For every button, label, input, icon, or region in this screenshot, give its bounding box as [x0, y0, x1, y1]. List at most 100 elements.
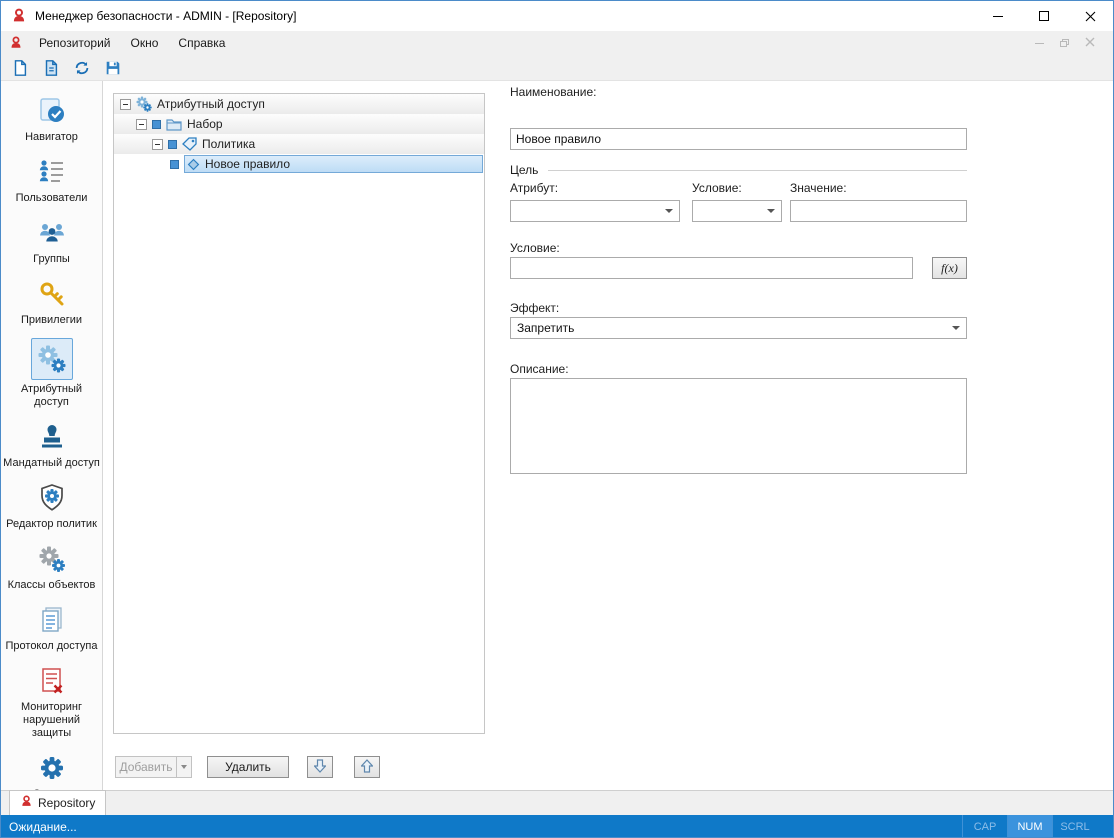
collapse-icon[interactable] [120, 99, 131, 110]
move-down-button[interactable] [307, 756, 333, 778]
sidebar-item-label: Группы [33, 253, 70, 266]
tree-node-set[interactable]: Набор [114, 114, 484, 134]
status-bar: Ожидание... CAP NUM SCRL [1, 815, 1113, 838]
minimize-icon[interactable] [975, 1, 1021, 31]
new-document-icon[interactable] [8, 57, 32, 79]
delete-button[interactable]: Удалить [207, 756, 289, 778]
sidebar-item-users[interactable]: Пользователи [1, 150, 102, 211]
description-label: Описание: [510, 362, 569, 376]
chevron-down-icon [665, 209, 673, 213]
users-icon [37, 155, 67, 189]
rules-tree: Атрибутный доступ Набор Поли [113, 93, 485, 734]
main-body: Навигатор Пользователи [1, 81, 1113, 790]
menu-bar: Репозиторий Окно Справка [1, 31, 1113, 55]
sidebar-item-label: Атрибутный доступ [3, 383, 100, 409]
menu-window[interactable]: Окно [121, 31, 169, 55]
sidebar-item-navigator[interactable]: Навигатор [1, 89, 102, 150]
tree-node-attribute-access[interactable]: Атрибутный доступ [114, 94, 484, 114]
sidebar-item-service[interactable]: Сервис [1, 746, 102, 790]
attribute-label: Атрибут: [510, 181, 558, 195]
toolbar [1, 55, 1113, 81]
object-classes-gears-icon [37, 542, 67, 576]
add-button[interactable]: Добавить [115, 756, 177, 778]
tree-node-new-rule[interactable]: Новое правило [114, 154, 484, 174]
sidebar-item-violations-monitoring[interactable]: Мониторинг нарушений защиты [1, 659, 102, 746]
sidebar-item-label: Протокол доступа [6, 640, 98, 653]
app-window: Менеджер безопасности - ADMIN - [Reposit… [0, 0, 1114, 838]
diamond-icon [187, 158, 200, 171]
fx-button[interactable]: f(x) [932, 257, 967, 279]
effect-select[interactable]: Запретить [510, 317, 967, 339]
sidebar-item-mandatory-access[interactable]: Мандатный доступ [1, 415, 102, 476]
condition-operator-select[interactable] [692, 200, 782, 222]
move-up-button[interactable] [354, 756, 380, 778]
open-document-icon[interactable] [39, 57, 63, 79]
window-controls [975, 1, 1113, 31]
mdi-minimize-icon[interactable] [1035, 43, 1044, 44]
policy-editor-shield-icon [37, 481, 67, 515]
sidebar-item-label: Классы объектов [8, 579, 96, 592]
tree-node-policy[interactable]: Политика [114, 134, 484, 154]
selected-node[interactable]: Новое правило [184, 155, 483, 173]
sidebar-item-privileges[interactable]: Привилегии [1, 272, 102, 333]
sidebar-item-label: Навигатор [25, 131, 78, 144]
tree-node-label: Набор [187, 117, 223, 131]
save-icon[interactable] [101, 57, 125, 79]
add-dropdown-button[interactable] [177, 756, 192, 778]
mdi-close-icon[interactable] [1085, 34, 1095, 52]
tab-repository[interactable]: Repository [9, 790, 106, 815]
target-group-label: Цель [510, 163, 538, 177]
repository-tab-strip: Repository [1, 790, 1113, 815]
target-group-line [548, 170, 967, 171]
sidebar-item-label: Привилегии [21, 314, 82, 327]
down-arrow-icon [314, 759, 326, 776]
collapse-icon[interactable] [152, 139, 163, 150]
tree-node-label: Атрибутный доступ [157, 97, 265, 111]
sidebar-item-access-protocol[interactable]: Протокол доступа [1, 598, 102, 659]
node-state-square [168, 140, 177, 149]
sidebar-item-attribute-access[interactable]: Атрибутный доступ [1, 333, 102, 415]
window-title: Менеджер безопасности - ADMIN - [Reposit… [35, 9, 296, 23]
mdi-window-controls [1035, 34, 1113, 52]
attribute-access-gears-icon [31, 338, 73, 380]
description-textarea[interactable] [510, 378, 967, 474]
app-icon [11, 8, 27, 24]
sidebar: Навигатор Пользователи [1, 81, 103, 790]
maximize-icon[interactable] [1021, 1, 1067, 31]
value-label: Значение: [790, 181, 847, 195]
up-arrow-icon [361, 759, 373, 776]
value-input[interactable] [790, 200, 967, 222]
collapse-icon[interactable] [136, 119, 147, 130]
violations-monitoring-icon [37, 664, 67, 698]
service-gear-icon [37, 751, 67, 785]
sidebar-item-policy-editor[interactable]: Редактор политик [1, 476, 102, 537]
main-content: Атрибутный доступ Набор Поли [104, 81, 1113, 790]
mdi-restore-icon[interactable] [1060, 39, 1069, 47]
condition-input[interactable] [510, 257, 913, 279]
effect-label: Эффект: [510, 301, 559, 315]
menu-help[interactable]: Справка [168, 31, 235, 55]
node-state-square [152, 120, 161, 129]
node-state-square [170, 160, 179, 169]
refresh-icon[interactable] [70, 57, 94, 79]
app-icon [20, 795, 33, 811]
mandatory-access-stamp-icon [37, 420, 67, 454]
sidebar-item-groups[interactable]: Группы [1, 211, 102, 272]
mdi-child-app-icon [9, 36, 23, 50]
effect-select-value: Запретить [517, 321, 574, 335]
menu-repository[interactable]: Репозиторий [29, 31, 121, 55]
tab-repository-label: Repository [38, 796, 95, 810]
tree-node-label: Новое правило [205, 157, 290, 171]
tree-node-label: Политика [202, 137, 255, 151]
num-lock-indicator: NUM [1007, 815, 1052, 838]
attribute-select[interactable] [510, 200, 680, 222]
privileges-key-icon [37, 277, 67, 311]
close-icon[interactable] [1067, 1, 1113, 31]
sidebar-item-label: Мониторинг нарушений защиты [3, 701, 100, 740]
sidebar-item-label: Мандатный доступ [3, 457, 100, 470]
sidebar-item-object-classes[interactable]: Классы объектов [1, 537, 102, 598]
name-input[interactable] [510, 128, 967, 150]
chevron-down-icon [767, 209, 775, 213]
sidebar-item-label: Редактор политик [6, 518, 97, 531]
condition-operator-label: Условие: [692, 181, 742, 195]
